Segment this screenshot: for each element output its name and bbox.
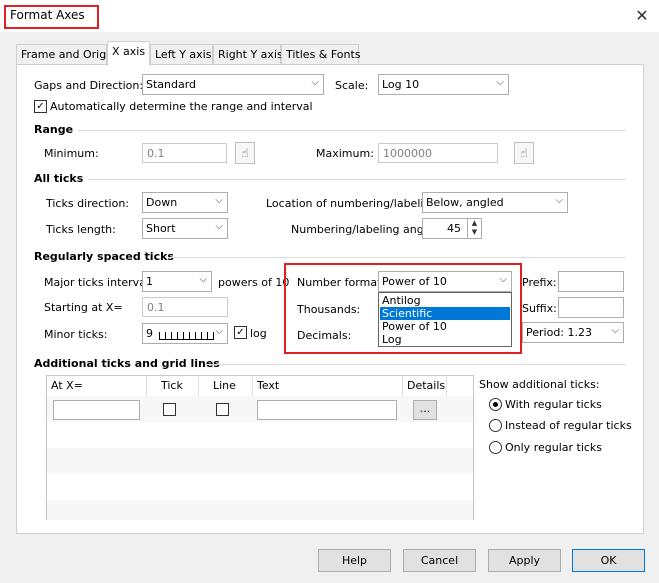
starting-at-label: Starting at X= [44,301,123,314]
major-interval-select[interactable]: 1 ⌵ [142,271,212,292]
close-icon[interactable]: ✕ [632,6,652,26]
auto-range-checkbox[interactable]: ✓ [34,100,47,113]
gaps-direction-select[interactable]: Standard ⌵ [142,74,324,95]
chevron-down-icon: ⌵ [199,274,207,285]
chevron-down-icon: ⌵ [611,325,619,336]
prefix-label: Prefix: [522,276,557,289]
angle-label: Numbering/labeling angle: [291,223,438,236]
suffix-input[interactable] [558,297,624,318]
ok-button[interactable]: OK [572,549,645,572]
ticks-length-select[interactable]: Short ⌵ [142,218,228,239]
hand-pointer-icon[interactable]: ☝ [514,142,534,164]
tick-checkbox[interactable] [163,403,176,416]
period-select[interactable]: Period: 1.23 ⌵ [522,322,624,343]
scale-select[interactable]: Log 10 ⌵ [378,74,509,95]
minor-ticks-select[interactable]: 9 ⌵ [142,323,228,344]
range-heading: Range [34,123,74,136]
chevron-down-icon: ⌵ [496,77,504,88]
text-input[interactable] [257,400,397,420]
chevron-down-icon: ⌵ [555,195,563,206]
ticks-length-label: Ticks length: [46,223,116,236]
apply-button[interactable]: Apply [488,549,561,572]
show-additional-label: Show additional ticks: [479,378,600,391]
regular-ticks-divider [168,257,626,258]
option-scientific[interactable]: Scientific [380,307,510,320]
radio-only-regular-label: Only regular ticks [505,441,603,454]
minor-ticks-value: 9 [146,327,153,340]
starting-at-input[interactable]: 0.1 [142,297,228,317]
option-log[interactable]: Log [380,333,510,346]
col-tick: Tick [147,376,199,396]
col-text: Text [253,376,403,396]
suffix-label: Suffix: [522,302,557,315]
all-ticks-heading: All ticks [34,172,84,185]
additional-ticks-grid: At X= Tick Line Text Details ... [46,375,474,520]
angle-input[interactable]: 45 ▲ ▼ [422,218,482,239]
ticks-length-value: Short [146,222,176,235]
location-value: Below, angled [426,196,504,209]
tab-right-y-axis[interactable]: Right Y axis [213,44,283,65]
checkmark-icon: ✓ [236,327,245,338]
gaps-direction-value: Standard [146,78,197,91]
title-highlight-box [4,5,99,29]
auto-range-label: Automatically determine the range and in… [50,100,313,113]
details-button[interactable]: ... [413,400,437,420]
angle-spinner[interactable]: ▲ ▼ [467,219,481,239]
maximum-label: Maximum: [316,147,374,160]
cancel-button[interactable]: Cancel [403,549,476,572]
tab-titles-fonts[interactable]: Titles & Fonts [281,44,361,65]
col-details: Details [403,376,447,396]
scale-label: Scale: [335,79,369,92]
minimum-label: Minimum: [44,147,99,160]
hand-pointer-icon[interactable]: ☝ [235,142,255,164]
option-antilog[interactable]: Antilog [380,294,510,307]
ticks-direction-select[interactable]: Down ⌵ [142,192,228,213]
minor-ticks-label: Minor ticks: [44,328,108,341]
location-select[interactable]: Below, angled ⌵ [422,192,568,213]
chevron-down-icon: ⌵ [311,77,319,88]
log-checkbox[interactable]: ✓ [234,326,247,339]
range-divider [78,130,626,131]
gaps-label: Gaps and Direction: [34,79,144,92]
angle-value: 45 [447,222,461,235]
help-button[interactable]: Help [318,549,391,572]
minor-ticks-ruler-icon [159,328,214,340]
radio-instead-of-regular-label: Instead of regular ticks [505,419,632,432]
chevron-down-icon: ⌵ [215,195,223,206]
chevron-down-icon: ⌵ [215,221,223,232]
scale-value: Log 10 [382,78,420,91]
ticks-direction-label: Ticks direction: [46,197,129,210]
chevron-down-icon: ⌵ [215,326,223,337]
location-label: Location of numbering/labeling: [266,197,442,210]
col-line: Line [199,376,253,396]
radio-with-regular[interactable] [489,398,502,411]
line-checkbox[interactable] [216,403,229,416]
maximum-input[interactable]: 1000000 [378,143,498,163]
tab-frame-and-origin[interactable]: Frame and Origin [16,44,116,65]
tab-x-axis[interactable]: X axis [107,41,150,66]
radio-only-regular[interactable] [489,441,502,454]
minimum-input[interactable]: 0.1 [142,143,227,163]
additional-heading: Additional ticks and grid lines [34,357,220,370]
powers-of-label: powers of 10 [218,276,290,289]
ticks-direction-value: Down [146,196,178,209]
prefix-input[interactable] [558,271,624,292]
checkmark-icon: ✓ [36,101,45,112]
major-interval-value: 1 [146,275,153,288]
option-power-of-10[interactable]: Power of 10 [380,320,510,333]
number-format-dropdown: Antilog Scientific Power of 10 Log [378,292,512,347]
col-at-x: At X= [47,376,147,396]
major-interval-label: Major ticks interval: [44,276,153,289]
radio-with-regular-label: With regular ticks [505,398,602,411]
table-row [47,500,473,520]
additional-divider [206,364,626,365]
period-value: Period: 1.23 [526,326,592,339]
all-ticks-divider [88,179,626,180]
regular-ticks-heading: Regularly spaced ticks [34,250,174,263]
radio-instead-of-regular[interactable] [489,419,502,432]
table-row [47,448,473,474]
log-label: log [250,327,267,340]
at-x-input[interactable] [53,400,140,420]
tab-left-y-axis[interactable]: Left Y axis [150,44,213,65]
